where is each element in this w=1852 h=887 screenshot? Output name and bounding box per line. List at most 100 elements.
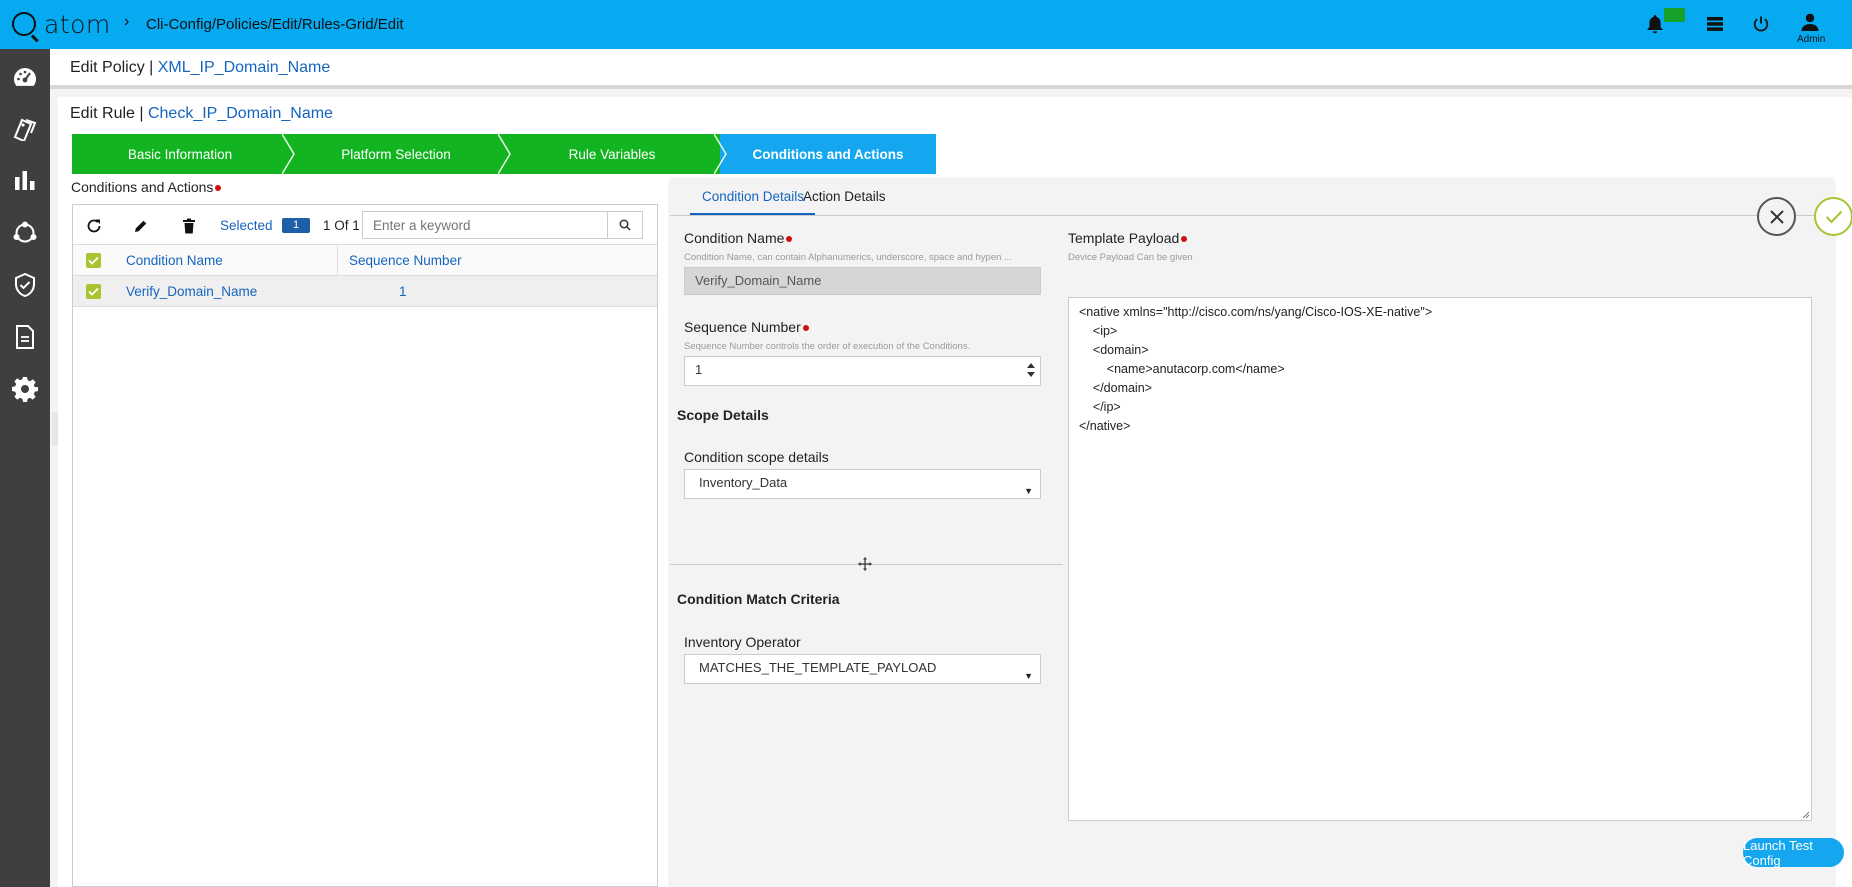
policy-header: Edit Policy | XML_IP_Domain_Name	[50, 49, 1852, 89]
label-text: Condition Name	[684, 230, 785, 246]
step-divider	[714, 134, 727, 174]
search-button[interactable]	[607, 212, 642, 238]
server-list-icon[interactable]	[1703, 12, 1727, 36]
inventory-operator-label: Inventory Operator	[684, 634, 801, 650]
sidebar	[0, 49, 50, 887]
chevron-right-icon: ›	[124, 13, 130, 30]
refresh-icon[interactable]	[83, 215, 105, 237]
column-divider	[337, 245, 338, 276]
select-all-checkbox[interactable]	[86, 253, 101, 268]
sequence-number-cell: 1	[399, 284, 407, 299]
condition-scope-select[interactable]: Inventory_Data ▼	[684, 469, 1041, 499]
step-divider	[282, 134, 295, 174]
sidebar-item-documents[interactable]	[0, 317, 50, 357]
sequence-number-label: Sequence Number	[684, 319, 809, 335]
selected-label: Selected	[220, 218, 273, 233]
page-count: 1 Of 1	[323, 218, 360, 233]
required-indicator	[802, 325, 809, 332]
selected-count-badge: 1	[282, 218, 310, 233]
sequence-number-stepper[interactable]: 1	[684, 356, 1041, 386]
top-bar: atom › Cli-Config/Policies/Edit/Rules-Gr…	[0, 0, 1852, 49]
sidebar-item-topology[interactable]	[0, 213, 50, 253]
sidebar-item-resources[interactable]	[0, 109, 50, 149]
column-header-sequence-number[interactable]: Sequence Number	[349, 253, 462, 268]
resize-handle-icon[interactable]	[1802, 811, 1810, 819]
logo-icon	[12, 12, 36, 36]
sequence-number-value: 1	[695, 362, 703, 377]
step-label: Basic Information	[127, 146, 233, 162]
policy-name: XML_IP_Domain_Name	[157, 59, 331, 76]
scope-details-heading: Scope Details	[677, 407, 769, 423]
delete-icon[interactable]	[178, 215, 200, 237]
sidebar-item-dashboard[interactable]	[0, 57, 50, 97]
rule-title: Edit Rule | Check_IP_Domain_Name	[70, 105, 333, 123]
dropdown-arrow-icon: ▼	[1024, 671, 1033, 681]
drag-handle-icon[interactable]	[857, 556, 873, 572]
breadcrumb[interactable]: Cli-Config/Policies/Edit/Rules-Grid/Edit	[146, 16, 404, 33]
inventory-operator-select[interactable]: MATCHES_THE_TEMPLATE_PAYLOAD ▼	[684, 654, 1041, 684]
search-icon	[619, 219, 631, 231]
active-tab-indicator	[690, 213, 815, 215]
conditions-section-label: Conditions and Actions	[71, 179, 222, 195]
step-conditions-and-actions[interactable]: Conditions and Actions	[720, 134, 936, 174]
user-icon[interactable]	[1798, 10, 1822, 34]
network-icon	[13, 221, 37, 243]
policy-title-prefix: Edit Policy |	[70, 59, 158, 76]
required-indicator	[1181, 236, 1188, 243]
bar-chart-icon	[15, 171, 35, 190]
launch-test-config-button[interactable]: Launch Test Config	[1743, 838, 1844, 868]
template-payload-textarea[interactable]: <native xmlns="http://cisco.com/ns/yang/…	[1068, 297, 1812, 821]
detail-tabs: Condition Details Action Details	[670, 179, 1834, 216]
step-divider	[498, 134, 511, 174]
document-icon	[16, 325, 34, 349]
gear-icon	[12, 377, 38, 402]
step-label: Conditions and Actions	[752, 146, 904, 162]
edit-icon[interactable]	[130, 215, 152, 237]
condition-scope-value: Inventory_Data	[699, 475, 788, 490]
tags-icon	[13, 118, 37, 141]
row-checkbox[interactable]	[86, 284, 101, 299]
step-rule-variables[interactable]: Rule Variables	[504, 134, 720, 174]
required-indicator	[786, 236, 793, 243]
label-text: Sequence Number	[684, 319, 801, 335]
label-text: Template Payload	[1068, 230, 1180, 246]
step-label: Rule Variables	[568, 146, 656, 162]
grid-toolbar: Selected 1 1 Of 1	[73, 205, 657, 245]
condition-name-field: Verify_Domain_Name	[684, 267, 1041, 295]
power-icon[interactable]	[1749, 12, 1773, 36]
section-label-text: Conditions and Actions	[71, 179, 214, 195]
column-header-condition-name[interactable]: Condition Name	[126, 253, 223, 268]
inventory-operator-value: MATCHES_THE_TEMPLATE_PAYLOAD	[699, 660, 937, 675]
grid-header: Condition Name Sequence Number	[73, 245, 657, 276]
user-label[interactable]: Admin	[1797, 34, 1825, 45]
cancel-button[interactable]	[1757, 197, 1796, 236]
sidebar-item-compliance[interactable]	[0, 265, 50, 305]
sidebar-item-reports[interactable]	[0, 161, 50, 201]
step-platform-selection[interactable]: Platform Selection	[288, 134, 504, 174]
tab-condition-details[interactable]: Condition Details	[702, 189, 804, 204]
dropdown-arrow-icon: ▼	[1024, 486, 1033, 496]
condition-name-label: Condition Name	[684, 230, 793, 246]
conditions-grid: Selected 1 1 Of 1 Condition Name Sequenc…	[72, 204, 658, 887]
atom-logo[interactable]: atom	[12, 9, 111, 39]
condition-scope-label: Condition scope details	[684, 449, 829, 465]
template-payload-hint: Device Payload Can be given	[1068, 252, 1193, 263]
check-icon	[1825, 210, 1842, 223]
wizard-steps: Basic Information Platform Selection Rul…	[72, 134, 936, 174]
table-row[interactable]: Verify_Domain_Name 1	[73, 276, 657, 307]
sequence-number-hint: Sequence Number controls the order of ex…	[684, 341, 971, 352]
search-input[interactable]	[363, 212, 608, 238]
sidebar-item-settings[interactable]	[0, 369, 50, 409]
logo-text: atom	[44, 9, 111, 39]
stepper-arrows-icon[interactable]	[1026, 362, 1036, 378]
shield-check-icon	[15, 273, 35, 297]
save-button[interactable]	[1814, 197, 1852, 236]
condition-name-cell[interactable]: Verify_Domain_Name	[126, 284, 257, 299]
step-basic-information[interactable]: Basic Information	[72, 134, 288, 174]
match-criteria-heading: Condition Match Criteria	[677, 591, 840, 607]
dashboard-icon	[14, 68, 37, 86]
tab-action-details[interactable]: Action Details	[803, 189, 886, 204]
notification-badge[interactable]	[1664, 8, 1685, 22]
template-payload-content: <native xmlns="http://cisco.com/ns/yang/…	[1079, 305, 1433, 433]
close-icon	[1769, 209, 1784, 224]
